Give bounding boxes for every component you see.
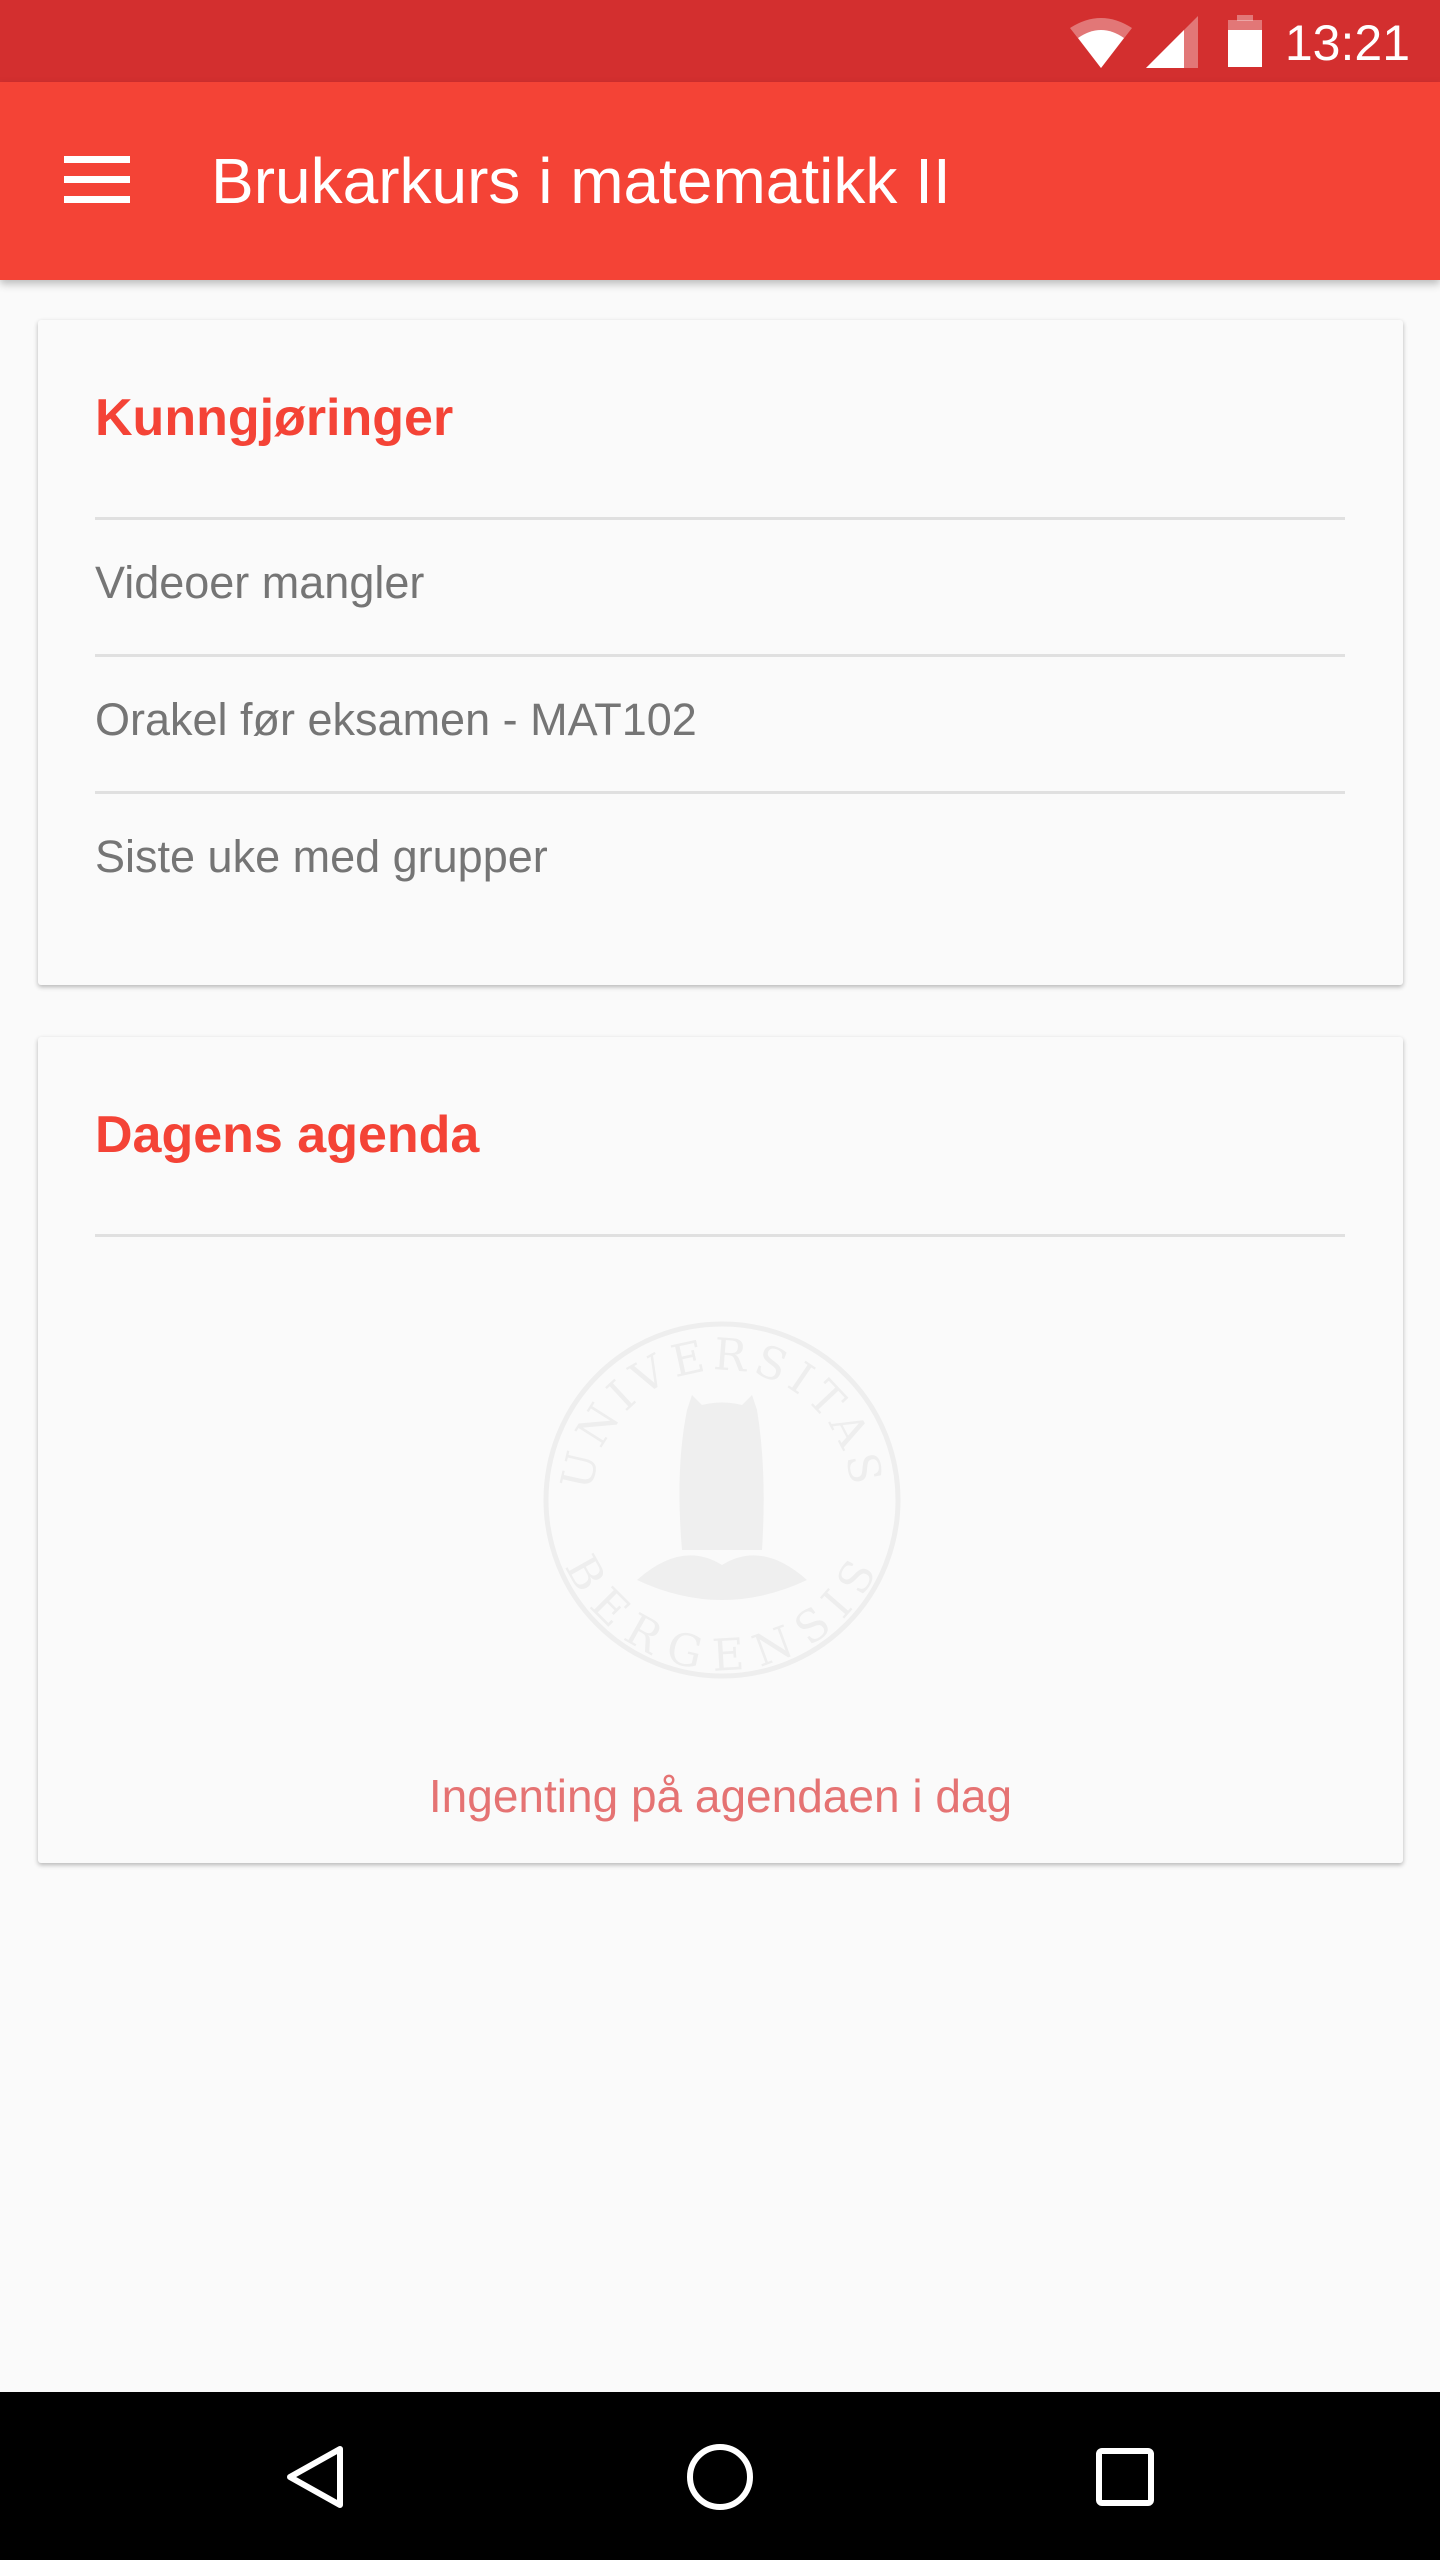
hamburger-menu-icon[interactable] xyxy=(64,156,130,204)
divider xyxy=(95,517,1345,520)
announcements-title: Kunngjøringer xyxy=(95,389,454,447)
announcement-item[interactable]: Videoer mangler xyxy=(95,557,424,609)
announcements-card: Kunngjøringer Videoer mangler Orakel før… xyxy=(38,320,1403,985)
navigation-bar xyxy=(0,2392,1440,2560)
page-title: Brukarkurs i matematikk II xyxy=(211,145,951,217)
agenda-empty-text: Ingenting på agendaen i dag xyxy=(428,1770,1013,1822)
wifi-icon xyxy=(1070,18,1132,68)
status-time: 13:21 xyxy=(1284,15,1410,71)
signal-icon xyxy=(1146,16,1198,68)
divider xyxy=(95,1234,1345,1237)
status-bar: 13:21 xyxy=(0,0,1440,82)
home-icon[interactable] xyxy=(686,2443,754,2511)
back-icon[interactable] xyxy=(284,2444,348,2510)
announcement-item[interactable]: Orakel før eksamen - MAT102 xyxy=(95,694,697,746)
divider xyxy=(95,654,1345,657)
announcement-item[interactable]: Siste uke med grupper xyxy=(95,831,548,883)
divider xyxy=(95,791,1345,794)
agenda-card: Dagens agenda UNIVERSITAS BERGENSIS Inge… xyxy=(38,1037,1403,1863)
agenda-title: Dagens agenda xyxy=(95,1106,480,1164)
recents-icon[interactable] xyxy=(1096,2448,1154,2506)
battery-icon xyxy=(1228,15,1262,67)
university-seal-logo: UNIVERSITAS BERGENSIS xyxy=(543,1321,901,1680)
app-bar: Brukarkurs i matematikk II xyxy=(0,82,1440,280)
